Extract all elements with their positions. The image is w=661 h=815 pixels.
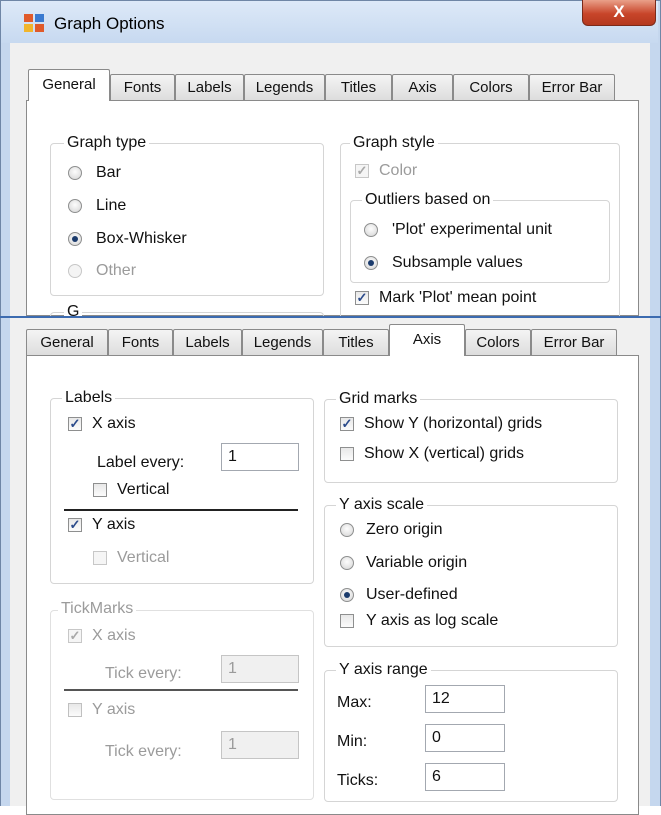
color-checkbox[interactable]: ✓ bbox=[355, 164, 369, 178]
tab-general[interactable]: General bbox=[26, 329, 108, 356]
tab-labels[interactable]: Labels bbox=[175, 74, 244, 101]
tick-x-every-label: Tick every: bbox=[105, 665, 182, 682]
user-defined-label: User-defined bbox=[366, 586, 458, 603]
max-input[interactable]: 12 bbox=[425, 685, 505, 713]
tab-error-bar[interactable]: Error Bar bbox=[531, 329, 617, 356]
tab-colors[interactable]: Colors bbox=[465, 329, 531, 356]
tick-x-every-input[interactable]: 1 bbox=[221, 655, 299, 683]
grid-marks-group bbox=[324, 399, 618, 483]
window-right-border bbox=[650, 318, 661, 806]
plot-experimental-unit-label: 'Plot' experimental unit bbox=[392, 221, 552, 238]
max-label: Max: bbox=[337, 694, 372, 711]
tick-y-axis-checkbox[interactable] bbox=[68, 703, 82, 717]
outliers-group-title: Outliers based on bbox=[362, 191, 494, 209]
mark-mean-point-label: Mark 'Plot' mean point bbox=[379, 289, 537, 306]
show-x-grids-label: Show X (vertical) grids bbox=[364, 445, 525, 462]
other-radio[interactable] bbox=[68, 264, 82, 278]
grid-marks-title: Grid marks bbox=[336, 390, 421, 408]
tab-legends[interactable]: Legends bbox=[244, 74, 325, 101]
show-x-grids-checkbox[interactable] bbox=[340, 447, 354, 461]
tab-legends[interactable]: Legends bbox=[242, 329, 323, 356]
bar-radio-label: Bar bbox=[96, 164, 121, 181]
color-checkbox-label: Color bbox=[379, 162, 418, 179]
y-axis-scale-title: Y axis scale bbox=[336, 496, 428, 514]
graph-style-title: Graph style bbox=[350, 134, 438, 152]
log-scale-label: Y axis as log scale bbox=[366, 612, 499, 629]
subsample-values-radio[interactable] bbox=[364, 256, 378, 270]
tab-labels[interactable]: Labels bbox=[173, 329, 242, 356]
tab-titles[interactable]: Titles bbox=[325, 74, 392, 101]
tab-colors[interactable]: Colors bbox=[453, 74, 529, 101]
zero-origin-radio[interactable] bbox=[340, 523, 354, 537]
y-axis-range-title: Y axis range bbox=[336, 661, 431, 679]
labels-group-title: Labels bbox=[62, 389, 116, 407]
tick-y-axis-label: Y axis bbox=[92, 701, 136, 718]
other-radio-label: Other bbox=[96, 262, 137, 279]
box-whisker-radio[interactable] bbox=[68, 232, 82, 246]
tab-fonts[interactable]: Fonts bbox=[108, 329, 173, 356]
tab-axis[interactable]: Axis bbox=[392, 74, 453, 101]
ticks-label: Ticks: bbox=[337, 772, 379, 789]
tickmarks-group-title: TickMarks bbox=[58, 600, 137, 618]
subsample-values-label: Subsample values bbox=[392, 254, 523, 271]
labels-y-axis-label: Y axis bbox=[92, 516, 136, 533]
label-every-label: Label every: bbox=[97, 454, 185, 471]
label-every-input[interactable]: 1 bbox=[221, 443, 299, 471]
tick-x-axis-checkbox[interactable]: ✓ bbox=[68, 629, 82, 643]
ticks-input[interactable]: 6 bbox=[425, 763, 505, 791]
box-whisker-radio-label: Box-Whisker bbox=[96, 230, 187, 247]
tick-y-every-input[interactable]: 1 bbox=[221, 731, 299, 759]
min-label: Min: bbox=[337, 733, 368, 750]
variable-origin-radio[interactable] bbox=[340, 556, 354, 570]
window-left-border bbox=[0, 318, 10, 806]
min-input[interactable]: 0 bbox=[425, 724, 505, 752]
graph-type-title: Graph type bbox=[64, 134, 150, 152]
window-title: Graph Options bbox=[54, 14, 165, 33]
mark-mean-point-checkbox[interactable]: ✓ bbox=[355, 291, 369, 305]
tab-error-bar[interactable]: Error Bar bbox=[529, 74, 615, 101]
log-scale-checkbox[interactable] bbox=[340, 614, 354, 628]
tab-general[interactable]: General bbox=[28, 69, 110, 101]
tickmarks-group bbox=[50, 610, 314, 800]
tab-fonts[interactable]: Fonts bbox=[110, 74, 175, 101]
labels-group bbox=[50, 398, 314, 584]
app-grid-icon bbox=[24, 14, 44, 32]
show-y-grids-label: Show Y (horizontal) grids bbox=[364, 415, 543, 432]
tick-x-axis-label: X axis bbox=[92, 627, 136, 644]
graph-type-group bbox=[50, 143, 324, 296]
labels-y-axis-checkbox[interactable]: ✓ bbox=[68, 518, 82, 532]
labels-x-vertical-checkbox[interactable] bbox=[93, 483, 107, 497]
labels-x-axis-label: X axis bbox=[92, 415, 136, 432]
labels-y-vertical-checkbox[interactable] bbox=[93, 551, 107, 565]
close-button[interactable]: X bbox=[582, 0, 656, 26]
tab-titles[interactable]: Titles bbox=[323, 329, 389, 356]
bar-radio[interactable] bbox=[68, 166, 82, 180]
labels-x-vertical-label: Vertical bbox=[117, 481, 170, 498]
line-radio[interactable] bbox=[68, 199, 82, 213]
user-defined-radio[interactable] bbox=[340, 588, 354, 602]
line-radio-label: Line bbox=[96, 197, 127, 214]
labels-x-axis-checkbox[interactable]: ✓ bbox=[68, 417, 82, 431]
variable-origin-label: Variable origin bbox=[366, 554, 468, 571]
tickmarks-divider bbox=[64, 689, 298, 691]
tick-y-every-label: Tick every: bbox=[105, 743, 182, 760]
plot-experimental-unit-radio[interactable] bbox=[364, 223, 378, 237]
labels-y-vertical-label: Vertical bbox=[117, 549, 170, 566]
labels-divider bbox=[64, 509, 298, 511]
show-y-grids-checkbox[interactable]: ✓ bbox=[340, 417, 354, 431]
tab-axis[interactable]: Axis bbox=[389, 324, 465, 356]
zero-origin-label: Zero origin bbox=[366, 521, 443, 538]
